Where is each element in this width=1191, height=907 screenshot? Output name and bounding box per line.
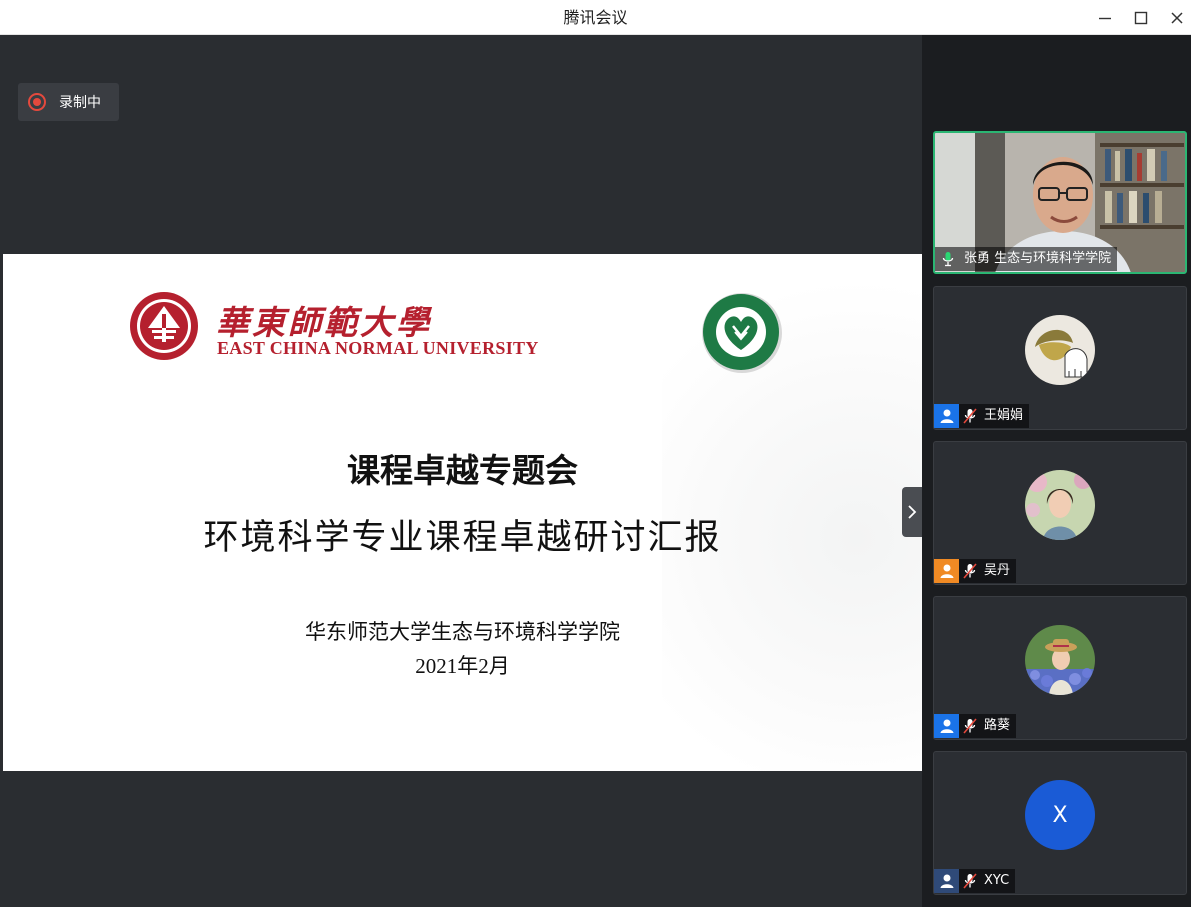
participant-name-bar: 吴丹 [934,558,1017,584]
participant-avatar [1025,470,1095,540]
participant-name-bar: XYC [934,868,1016,894]
user-icon [934,869,959,893]
participant-name: XYC [981,869,1016,893]
slide-title: 课程卓越专题会 [347,451,578,490]
close-button[interactable] [1158,0,1191,35]
mic-muted-icon[interactable] [959,404,981,428]
participant-name: 王娟娟 [981,404,1030,428]
maximize-icon [1134,11,1148,24]
close-icon [1171,11,1183,24]
minimize-button[interactable] [1086,0,1124,35]
slide-date: 2021年2月 [415,654,510,678]
user-icon [934,559,959,583]
window-title: 腾讯会议 [563,8,628,27]
slide-subtitle: 环境科学专业课程卓越研讨汇报 [203,518,722,558]
chevron-right-icon [908,505,917,519]
college-seal-icon [702,293,782,373]
participant-tile[interactable]: 吴丹 [933,441,1187,585]
recording-label: 录制中 [59,95,101,111]
participant-name: 吴丹 [981,559,1017,583]
participant-tile[interactable]: 张勇 生态与环境科学学院 [933,131,1187,274]
user-icon [934,404,959,428]
participant-avatar: X [1025,780,1095,850]
participant-name: 路葵 [981,714,1017,738]
slide-organization: 华东师范大学生态与环境科学学院 [305,620,620,644]
participant-tile[interactable]: 路葵 [933,596,1187,740]
presentation-slide: 華東師範大學 EAST CHINA NORMAL UNIVERSITY 课程卓越… [3,254,922,771]
maximize-button[interactable] [1122,0,1160,35]
university-name-en: EAST CHINA NORMAL UNIVERSITY [217,338,539,358]
mic-muted-icon[interactable] [959,869,981,893]
participant-name: 张勇 生态与环境科学学院 [961,247,1118,271]
participant-name-bar: 路葵 [934,713,1017,739]
participant-tile[interactable]: X XYC [933,751,1187,895]
user-icon [934,714,959,738]
participant-avatar [1025,625,1095,695]
university-name-cn: 華東師範大學 [216,303,432,342]
recording-indicator[interactable]: 录制中 [18,83,119,121]
record-icon [28,93,46,111]
participant-avatar [1025,315,1095,385]
participant-name-bar: 张勇 生态与环境科学学院 [935,246,1118,272]
participant-panel: 张勇 生态与环境科学学院 王娟娟 吴丹 路葵 X XYC [922,35,1191,907]
toggle-participant-panel-button[interactable] [902,487,922,537]
mic-muted-icon[interactable] [959,559,981,583]
meeting-window: 腾讯会议 录制中 華東師範大學 EAST CHINA NORMAL UNIVER… [0,0,1191,907]
participant-tile[interactable]: 王娟娟 [933,286,1187,430]
shared-screen-stage: 录制中 華東師範大學 EAST CHINA NORMAL UNIVERSITY [3,35,922,907]
participant-name-bar: 王娟娟 [934,403,1030,429]
mic-on-icon[interactable] [935,247,961,271]
ecnu-seal-icon [130,292,198,360]
minimize-icon [1099,17,1111,19]
title-bar: 腾讯会议 [0,0,1191,35]
mic-muted-icon[interactable] [959,714,981,738]
